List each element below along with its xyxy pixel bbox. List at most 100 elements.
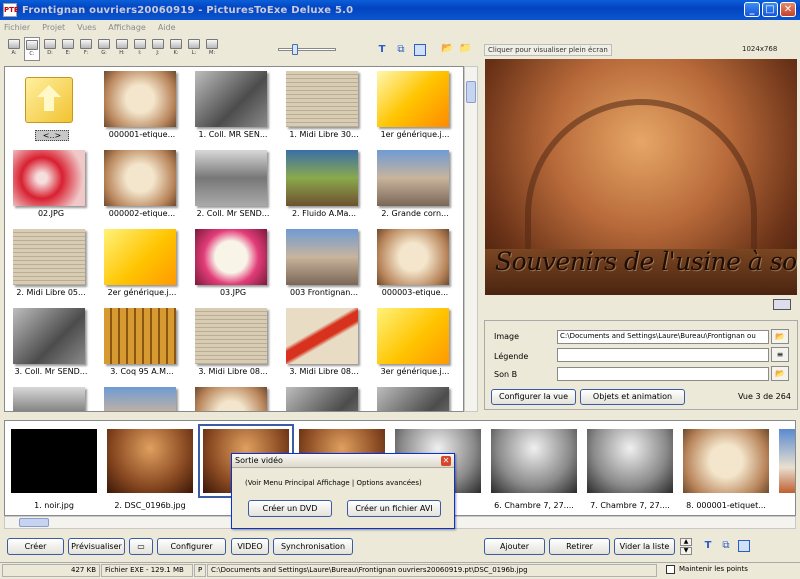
keep-points-checkbox[interactable]	[666, 565, 675, 574]
screen-icon-button[interactable]: ▭	[129, 538, 153, 555]
thumbnail-item[interactable]	[9, 385, 95, 411]
slide-caption: 7. Chambre 7, 27....	[590, 501, 670, 510]
objects-animation-button[interactable]: Objets et animation	[580, 389, 685, 405]
maximize-button[interactable]: □	[762, 2, 778, 17]
add-button[interactable]: Ajouter	[484, 538, 545, 555]
thumbnail-item[interactable]: 3. Midi Libre 08...	[191, 306, 277, 384]
drive-button[interactable]: M:	[204, 37, 220, 61]
legend-edit-icon[interactable]: ≡	[771, 347, 789, 362]
slide-thumbnail[interactable]	[107, 429, 193, 493]
thumbnail-item[interactable]: 2. Midi Libre 05...	[9, 227, 95, 305]
close-button[interactable]: ✕	[780, 2, 796, 17]
empty-list-button[interactable]: Vider la liste	[614, 538, 675, 555]
drive-button[interactable]: I:	[132, 37, 148, 61]
thumbnail-image	[104, 71, 176, 127]
menu-projet[interactable]: Projet	[42, 23, 65, 32]
thumbnail-item[interactable]: 003 Frontignan...	[282, 227, 368, 305]
browse-sound-icon[interactable]: 📂	[771, 366, 789, 381]
thumbnail-item[interactable]: 3. Coll. Mr SEND...	[9, 306, 95, 384]
strip-text-icon[interactable]: T	[702, 540, 714, 552]
drive-button[interactable]: A:	[6, 37, 22, 61]
thumbnail-item[interactable]: 03.JPG	[191, 227, 277, 305]
thumbnail-item[interactable]	[100, 385, 186, 411]
configure-button[interactable]: Configurer	[157, 538, 226, 555]
thumbnail-caption: 000003-etique...	[381, 288, 449, 297]
slide-thumbnail[interactable]	[11, 429, 97, 493]
dialog-close-button[interactable]: ✕	[441, 456, 451, 466]
thumbnail-item[interactable]	[373, 385, 459, 411]
strip-image-icon[interactable]	[738, 540, 750, 552]
video-button[interactable]: VIDEO	[231, 538, 269, 555]
browse-image-icon[interactable]: 📂	[771, 329, 789, 344]
create-dvd-button[interactable]: Créer un DVD	[248, 500, 332, 517]
menu-aide[interactable]: Aide	[158, 23, 176, 32]
thumbnail-item[interactable]: 3. Coq 95 A.M...	[100, 306, 186, 384]
grid-scroll-thumb[interactable]	[466, 81, 476, 103]
thumbnail-caption: 3. Midi Libre 08...	[289, 367, 359, 376]
create-button[interactable]: Créer	[7, 538, 64, 555]
thumbnail-item[interactable]: 000002-etique...	[100, 148, 186, 226]
thumbnail-item[interactable]: 2. Coll. Mr SEND...	[191, 148, 277, 226]
thumbnail-item[interactable]: 3. Midi Libre 08...	[282, 306, 368, 384]
legend-field[interactable]	[557, 348, 769, 362]
thumbnail-item[interactable]: 1. Midi Libre 30...	[282, 69, 368, 147]
thumbnail-item[interactable]: 1. Coll. MR SEN...	[191, 69, 277, 147]
move-up-icon[interactable]: ▲	[680, 538, 692, 546]
grid-scrollbar[interactable]	[464, 66, 478, 412]
drive-button[interactable]: L:	[186, 37, 202, 61]
folder-open-icon[interactable]: 📂	[441, 43, 453, 55]
synchronization-button[interactable]: Synchronisation	[273, 538, 353, 555]
configure-view-button[interactable]: Configurer la vue	[491, 389, 576, 405]
thumbnail-item[interactable]: <..>	[9, 69, 95, 147]
thumbnail-item[interactable]: 2. Fluido A.Ma...	[282, 148, 368, 226]
drive-toolbar: A: C: D: E: F: G: H: I: J: K: L: M:	[0, 34, 484, 64]
thumbnail-item[interactable]: 2er générique.j...	[100, 227, 186, 305]
thumbnail-image	[13, 229, 85, 285]
menu-vues[interactable]: Vues	[77, 23, 96, 32]
thumbnail-item[interactable]: 3er générique.j...	[373, 306, 459, 384]
thumbnail-item[interactable]: 2. Grande corn...	[373, 148, 459, 226]
preview-button[interactable]: Prévisualiser	[68, 538, 125, 555]
fullscreen-icon[interactable]	[773, 299, 791, 310]
menu-fichier[interactable]: Fichier	[4, 23, 30, 32]
move-down-icon[interactable]: ▼	[680, 547, 692, 555]
copy-icon[interactable]: ⧉	[395, 44, 407, 56]
text-icon[interactable]: T	[376, 44, 388, 56]
drive-button[interactable]: F:	[78, 37, 94, 61]
thumbnail-item[interactable]: 1er générique.j...	[373, 69, 459, 147]
sound-field[interactable]	[557, 367, 769, 381]
preview-image[interactable]: Souvenirs de l'usine à soufre	[485, 59, 797, 295]
drive-button[interactable]: H:	[114, 37, 130, 61]
create-avi-button[interactable]: Créer un fichier AVI	[347, 500, 441, 517]
thumbnail-item[interactable]: 000003-etique...	[373, 227, 459, 305]
image-icon[interactable]	[414, 44, 426, 56]
thumbnail-item[interactable]	[191, 385, 277, 411]
drive-button[interactable]: K:	[168, 37, 184, 61]
drive-button[interactable]: E:	[60, 37, 76, 61]
thumbnail-item[interactable]: 000001-etique...	[100, 69, 186, 147]
thumbnail-item[interactable]: 02.JPG	[9, 148, 95, 226]
slide-caption: 8. 000001-etiquet...	[686, 501, 766, 510]
thumbnail-size-slider[interactable]	[278, 44, 336, 55]
remove-button[interactable]: Retirer	[549, 538, 610, 555]
menu-affichage[interactable]: Affichage	[108, 23, 146, 32]
slide-thumbnail[interactable]	[683, 429, 769, 493]
slide-thumbnail[interactable]	[779, 429, 795, 493]
thumbnail-image	[195, 387, 267, 411]
strip-copy-icon[interactable]: ⧉	[720, 540, 732, 552]
thumbnail-image	[195, 150, 267, 206]
slide-thumbnail[interactable]	[491, 429, 577, 493]
slider-knob[interactable]	[292, 44, 298, 55]
image-path-field[interactable]: C:\Documents and Settings\Laure\Bureau\F…	[557, 330, 769, 344]
slide-thumbnail[interactable]	[587, 429, 673, 493]
slide-list-scroll-thumb[interactable]	[19, 518, 49, 527]
folder-up-icon[interactable]: 📁	[459, 43, 471, 55]
drive-button[interactable]: C:	[24, 37, 40, 61]
minimize-button[interactable]: _	[744, 2, 760, 17]
drive-button[interactable]: D:	[42, 37, 58, 61]
drive-button[interactable]: J:	[150, 37, 166, 61]
slide-caption: 2. DSC_0196b.jpg	[114, 501, 186, 510]
thumbnail-item[interactable]	[282, 385, 368, 411]
drive-button[interactable]: G:	[96, 37, 112, 61]
sound-label: Son B	[494, 370, 518, 379]
